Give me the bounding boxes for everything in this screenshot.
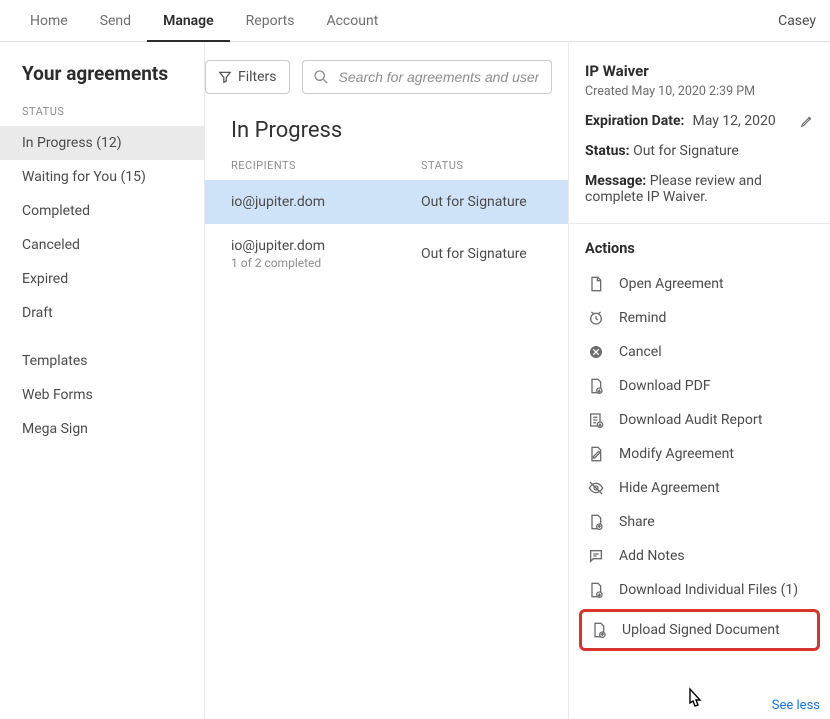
row-status: Out for Signature xyxy=(421,194,527,210)
document-icon xyxy=(587,276,605,292)
nav-account[interactable]: Account xyxy=(310,0,394,42)
search-box[interactable] xyxy=(302,60,552,94)
action-download-pdf[interactable]: Download PDF xyxy=(585,369,814,403)
action-label: Cancel xyxy=(619,344,662,360)
action-upload-signed[interactable]: Upload Signed Document xyxy=(588,616,811,644)
sidebar: Your agreements STATUS In Progress (12) … xyxy=(0,42,205,719)
row-recipient: io@jupiter.dom xyxy=(231,238,421,254)
action-label: Modify Agreement xyxy=(619,446,734,462)
sidebar-item-waiting-for-you[interactable]: Waiting for You (15) xyxy=(0,160,204,194)
nav-manage[interactable]: Manage xyxy=(147,0,230,42)
nav-reports[interactable]: Reports xyxy=(230,0,311,42)
filters-button[interactable]: Filters xyxy=(205,60,290,94)
row-status: Out for Signature xyxy=(421,246,527,262)
see-less-link[interactable]: See less xyxy=(772,698,820,713)
page-title: Your agreements xyxy=(0,56,204,99)
edit-icon xyxy=(587,446,605,462)
expiration-value: May 12, 2020 xyxy=(692,113,775,129)
agreement-row[interactable]: io@jupiter.dom 1 of 2 completed Out for … xyxy=(205,224,568,284)
action-label: Open Agreement xyxy=(619,276,724,292)
action-label: Upload Signed Document xyxy=(622,622,780,638)
sidebar-item-templates[interactable]: Templates xyxy=(0,344,204,378)
user-name[interactable]: Casey xyxy=(778,13,820,29)
expiration-label: Expiration Date: xyxy=(585,113,684,129)
actions-heading: Actions xyxy=(585,240,814,257)
report-icon xyxy=(587,412,605,428)
action-label: Share xyxy=(619,514,655,530)
action-cancel[interactable]: Cancel xyxy=(585,335,814,369)
list-headers: RECIPIENTS STATUS xyxy=(205,159,568,180)
upload-icon xyxy=(590,622,608,638)
action-label: Add Notes xyxy=(619,548,685,564)
action-label: Remind xyxy=(619,310,666,326)
status-value: Out for Signature xyxy=(633,143,739,159)
sidebar-item-completed[interactable]: Completed xyxy=(0,194,204,228)
sidebar-item-in-progress[interactable]: In Progress (12) xyxy=(0,126,204,160)
sidebar-item-mega-sign[interactable]: Mega Sign xyxy=(0,412,204,446)
download-icon xyxy=(587,378,605,394)
status-label: Status: xyxy=(585,143,630,159)
sidebar-item-canceled[interactable]: Canceled xyxy=(0,228,204,262)
action-open-agreement[interactable]: Open Agreement xyxy=(585,267,814,301)
message-label: Message: xyxy=(585,173,646,189)
divider xyxy=(569,223,830,224)
filters-label: Filters xyxy=(238,69,277,85)
list-title: In Progress xyxy=(205,112,568,159)
sidebar-item-draft[interactable]: Draft xyxy=(0,296,204,330)
sidebar-item-web-forms[interactable]: Web Forms xyxy=(0,378,204,412)
agreement-row[interactable]: io@jupiter.dom Out for Signature xyxy=(205,180,568,224)
download-files-icon xyxy=(587,582,605,598)
action-hide-agreement[interactable]: Hide Agreement xyxy=(585,471,814,505)
agreement-title: IP Waiver xyxy=(585,62,814,80)
share-icon xyxy=(587,514,605,530)
action-label: Download Audit Report xyxy=(619,412,763,428)
search-input[interactable] xyxy=(337,68,541,86)
upload-highlight: Upload Signed Document xyxy=(579,609,820,651)
action-label: Download PDF xyxy=(619,378,711,394)
action-remind[interactable]: Remind xyxy=(585,301,814,335)
eye-off-icon xyxy=(587,480,605,496)
row-sub: 1 of 2 completed xyxy=(231,256,421,270)
action-modify-agreement[interactable]: Modify Agreement xyxy=(585,437,814,471)
col-status-header: STATUS xyxy=(421,159,552,172)
edit-expiration-icon[interactable] xyxy=(800,114,814,128)
clock-icon xyxy=(587,310,605,326)
top-nav: Home Send Manage Reports Account Casey xyxy=(0,0,830,42)
cancel-icon xyxy=(587,344,605,360)
action-download-individual[interactable]: Download Individual Files (1) xyxy=(585,573,814,607)
action-label: Download Individual Files (1) xyxy=(619,582,798,598)
col-recipients-header: RECIPIENTS xyxy=(231,159,421,172)
nav-send[interactable]: Send xyxy=(84,0,147,42)
action-share[interactable]: Share xyxy=(585,505,814,539)
action-download-audit[interactable]: Download Audit Report xyxy=(585,403,814,437)
nav-home[interactable]: Home xyxy=(14,0,84,42)
center-column: Filters In Progress RECIPIENTS STATUS io… xyxy=(205,42,568,719)
action-add-notes[interactable]: Add Notes xyxy=(585,539,814,573)
row-recipient: io@jupiter.dom xyxy=(231,194,421,210)
details-panel: IP Waiver Created May 10, 2020 2:39 PM E… xyxy=(568,42,830,719)
search-icon xyxy=(313,69,329,85)
cursor-icon xyxy=(683,687,705,713)
action-label: Hide Agreement xyxy=(619,480,720,496)
sidebar-status-heading: STATUS xyxy=(0,99,204,126)
agreement-created: Created May 10, 2020 2:39 PM xyxy=(585,84,814,99)
sidebar-item-expired[interactable]: Expired xyxy=(0,262,204,296)
filter-icon xyxy=(218,70,232,84)
note-icon xyxy=(587,548,605,564)
